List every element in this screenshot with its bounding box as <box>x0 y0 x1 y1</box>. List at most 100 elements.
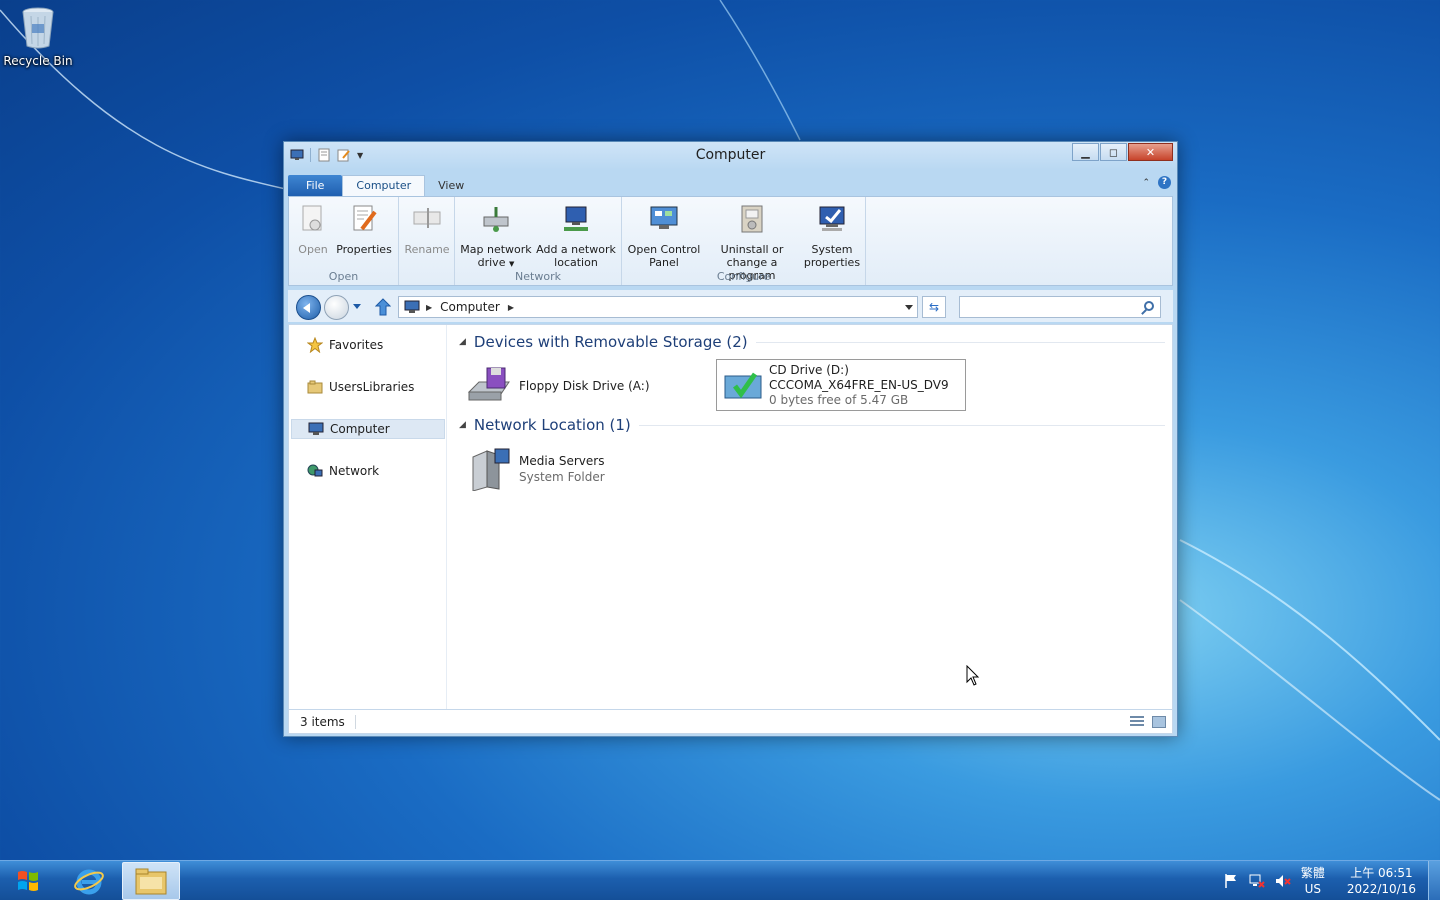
content-area: Favorites UsersLibraries Computer Networ… <box>288 324 1173 710</box>
explorer-window[interactable]: ▼ Computer ▁ ◻ ✕ File Computer View ⌃ ? … <box>283 141 1178 737</box>
media-servers-type: System Folder <box>519 470 605 484</box>
group-divider <box>638 424 1165 426</box>
group-header-removable[interactable]: ◢ Devices with Removable Storage (2) <box>459 333 1165 351</box>
system-properties-button[interactable]: System properties <box>802 203 862 269</box>
control-panel-label-1: Open Control <box>627 243 701 256</box>
nav-item-favorites[interactable]: Favorites <box>291 335 445 355</box>
group-header-network-location[interactable]: ◢ Network Location (1) <box>459 416 1165 434</box>
tab-view[interactable]: View <box>425 176 477 196</box>
breadcrumb-chevron-icon[interactable]: ▶ <box>508 303 514 312</box>
open-control-panel-button[interactable]: Open Control Panel <box>626 203 702 269</box>
group-title-removable: Devices with Removable Storage (2) <box>473 333 748 351</box>
add-network-label-2: location <box>554 256 598 269</box>
open-label: Open <box>298 243 328 256</box>
ribbon: Open Properties Open Rename Map network d… <box>288 196 1173 286</box>
tile-cd-drive[interactable]: CD Drive (D:) CCCOMA_X64FRE_EN-US_DV9 0 … <box>716 359 966 411</box>
search-input[interactable] <box>965 298 1135 316</box>
mouse-cursor-icon <box>966 665 980 686</box>
recycle-bin-icon <box>21 6 55 50</box>
navigation-pane[interactable]: Favorites UsersLibraries Computer Networ… <box>289 325 447 709</box>
ime-mode: 繁體 <box>1300 866 1325 880</box>
start-button[interactable] <box>6 863 50 899</box>
minimize-ribbon-icon[interactable]: ⌃ <box>1142 178 1150 188</box>
cd-drive-text: CD Drive (D:) CCCOMA_X64FRE_EN-US_DV9 0 … <box>769 363 949 408</box>
properties-button[interactable]: Properties <box>335 203 393 256</box>
help-icon[interactable]: ? <box>1158 176 1171 189</box>
input-language[interactable]: 繁體 US <box>1301 865 1325 897</box>
recycle-bin[interactable]: Recycle Bin <box>2 6 74 68</box>
tab-computer[interactable]: Computer <box>342 175 426 196</box>
search-box[interactable] <box>959 296 1161 318</box>
taskbar-internet-explorer[interactable] <box>60 862 118 900</box>
nav-label-network: Network <box>329 464 380 478</box>
taskbar: 繁體 US 上午 06:51 2022/10/16 <box>0 860 1440 900</box>
recent-locations-dropdown[interactable] <box>353 304 361 313</box>
breadcrumb-chevron-icon[interactable]: ▶ <box>426 303 432 312</box>
star-icon <box>307 337 323 353</box>
window-title: Computer <box>695 147 766 163</box>
minimize-button[interactable]: ▁ <box>1072 143 1099 161</box>
map-drive-label-1: Map network <box>460 243 532 256</box>
nav-label-libraries: UsersLibraries <box>329 380 415 394</box>
forward-button[interactable] <box>324 295 349 320</box>
action-center-flag-icon[interactable] <box>1223 873 1239 889</box>
volume-muted-icon[interactable] <box>1275 873 1291 889</box>
nav-item-libraries[interactable]: UsersLibraries <box>291 377 445 397</box>
ribbon-group-configure: Open Control Panel Uninstall or change a p… <box>622 197 866 285</box>
map-network-drive-button[interactable]: Map network drive ▼ <box>459 203 533 271</box>
open-icon <box>302 205 322 231</box>
maximize-button[interactable]: ◻ <box>1100 143 1127 161</box>
search-icon[interactable] <box>1144 301 1154 311</box>
rename-label: Rename <box>404 243 450 256</box>
window-controls: ▁ ◻ ✕ <box>1071 143 1173 161</box>
collapse-triangle-icon[interactable]: ◢ <box>459 337 466 347</box>
cd-drive-free-space: 0 bytes free of 5.47 GB <box>769 392 909 407</box>
breadcrumb-computer[interactable]: Computer <box>440 300 500 314</box>
refresh-icon: ⇆ <box>928 300 940 314</box>
rename-icon <box>413 208 441 228</box>
control-panel-label-2: Panel <box>649 256 679 269</box>
large-icons-view-icon[interactable] <box>1152 716 1166 728</box>
close-button[interactable]: ✕ <box>1128 143 1173 161</box>
main-pane[interactable]: ◢ Devices with Removable Storage (2) Flo… <box>449 325 1172 709</box>
system-tray: 繁體 US 上午 06:51 2022/10/16 <box>1223 861 1440 900</box>
back-button[interactable] <box>296 295 321 320</box>
tab-file[interactable]: File <box>288 175 343 196</box>
address-dropdown-icon[interactable] <box>905 305 913 314</box>
cd-drive-volume-label: CCCOMA_X64FRE_EN-US_DV9 <box>769 377 949 392</box>
tile-floppy-drive[interactable]: Floppy Disk Drive (A:) <box>465 361 705 411</box>
media-server-icon <box>472 448 510 491</box>
title-bar[interactable]: ▼ Computer ▁ ◻ ✕ <box>284 142 1177 170</box>
map-drive-label-2: drive <box>477 256 506 269</box>
address-bar[interactable]: ▶ Computer ▶ <box>398 296 918 318</box>
ribbon-group-open: Open Properties Open <box>289 197 399 285</box>
computer-icon <box>308 422 324 435</box>
collapse-triangle-icon[interactable]: ◢ <box>459 420 466 430</box>
libraries-icon <box>307 380 323 394</box>
up-arrow-icon[interactable] <box>375 298 391 316</box>
floppy-drive-name: Floppy Disk Drive (A:) <box>519 379 650 393</box>
taskbar-file-explorer[interactable] <box>122 862 180 900</box>
add-network-location-button[interactable]: Add a network location <box>535 203 617 269</box>
group-label-network: Network <box>515 270 561 283</box>
rename-button[interactable]: Rename <box>403 203 451 256</box>
status-bar: 3 items <box>288 710 1173 734</box>
chevron-down-icon: ▼ <box>508 260 515 268</box>
refresh-button[interactable]: ⇆ <box>922 296 946 318</box>
network-icon <box>307 464 323 477</box>
nav-item-network[interactable]: Network <box>291 461 445 481</box>
show-desktop-button[interactable] <box>1428 861 1440 900</box>
windows-logo-icon <box>18 871 38 891</box>
tile-media-servers[interactable]: Media Servers System Folder <box>465 443 705 495</box>
open-button[interactable]: Open <box>295 203 331 256</box>
clock[interactable]: 上午 06:51 2022/10/16 <box>1347 865 1416 897</box>
network-status-icon[interactable] <box>1249 873 1265 889</box>
navigation-bar: ▶ Computer ▶ ⇆ <box>288 290 1173 322</box>
group-title-network-location: Network Location (1) <box>473 416 631 434</box>
control-panel-icon <box>650 206 678 229</box>
details-view-icon[interactable] <box>1130 716 1144 728</box>
system-properties-label-2: properties <box>803 256 861 269</box>
clock-time: 上午 06:51 <box>1350 866 1413 880</box>
nav-item-computer[interactable]: Computer <box>291 419 445 439</box>
language-code: US <box>1304 882 1322 896</box>
